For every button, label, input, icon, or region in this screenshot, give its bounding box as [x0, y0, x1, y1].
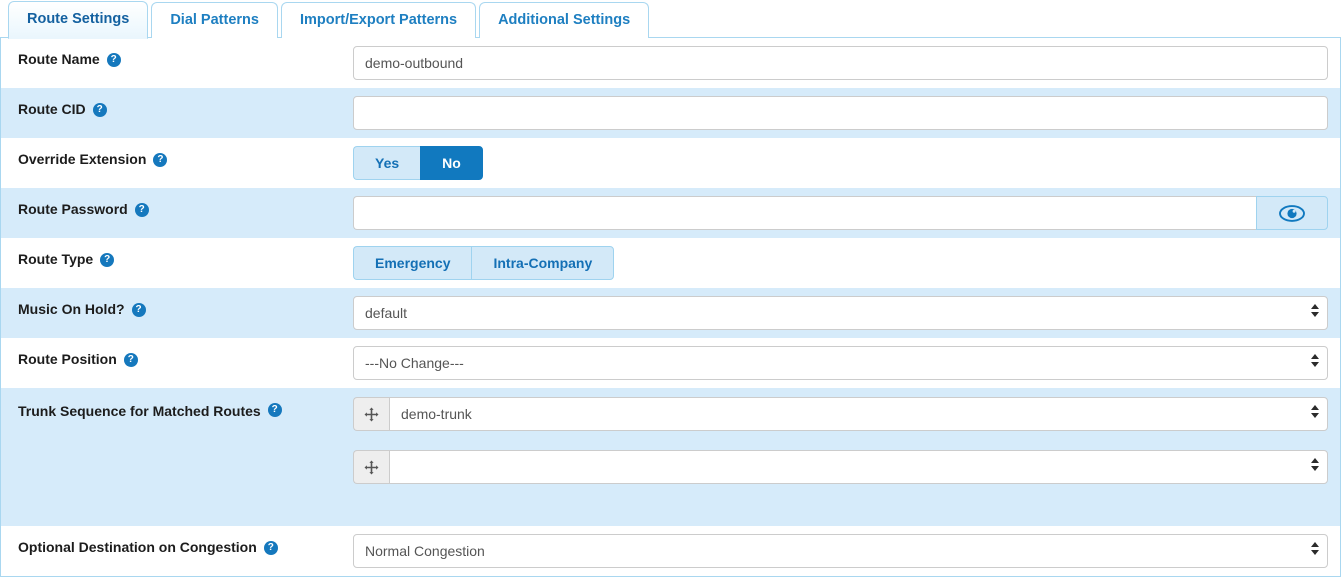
route-settings-panel: Route Name ? Route CID ? Override Extens… [0, 38, 1341, 577]
label-cell-route-password: Route Password ? [1, 188, 353, 231]
override-extension-option-yes[interactable]: Yes [353, 146, 421, 180]
route-name-input[interactable] [353, 46, 1328, 80]
trunk-sequence-label: Trunk Sequence for Matched Routes [18, 403, 261, 419]
tab-bar: Route Settings Dial Patterns Import/Expo… [0, 0, 1341, 39]
control-cell-override-extension: Yes No [353, 138, 1340, 188]
toggle-password-visibility-button[interactable] [1256, 196, 1328, 230]
form-row-route-password: Route Password ? [1, 188, 1340, 238]
drag-move-glyph [364, 460, 379, 474]
label-cell-route-cid: Route CID ? [1, 88, 353, 131]
drag-move-icon[interactable] [353, 397, 389, 431]
control-cell-trunk-sequence: demo-trunk [353, 388, 1340, 526]
congestion-destination-select-wrap: Normal Congestion [353, 534, 1328, 568]
trunk-select-wrap-2 [389, 450, 1328, 484]
drag-move-icon[interactable] [353, 450, 389, 484]
trunk-sequence-item [353, 450, 1328, 484]
label-cell-route-name: Route Name ? [1, 38, 353, 81]
tab-label: Additional Settings [498, 12, 631, 28]
route-position-label: Route Position [18, 351, 117, 367]
label-cell-override-extension: Override Extension ? [1, 138, 353, 181]
form-row-music-on-hold: Music On Hold? ? default [1, 288, 1340, 338]
tab-label: Dial Patterns [170, 12, 259, 28]
control-cell-congestion-destination: Normal Congestion [353, 526, 1340, 576]
override-extension-option-no[interactable]: No [420, 146, 483, 180]
help-icon[interactable]: ? [123, 352, 138, 367]
help-icon[interactable]: ? [106, 52, 121, 67]
label-cell-trunk-sequence: Trunk Sequence for Matched Routes ? [1, 388, 353, 433]
route-type-option-intra-company[interactable]: Intra-Company [471, 246, 615, 280]
route-password-input-group [353, 196, 1328, 230]
route-password-input[interactable] [353, 196, 1256, 230]
route-password-label: Route Password [18, 201, 128, 217]
form-row-trunk-sequence: Trunk Sequence for Matched Routes ? demo… [1, 388, 1340, 526]
tab-route-settings[interactable]: Route Settings [8, 1, 149, 39]
label-cell-route-type: Route Type ? [1, 238, 353, 281]
form-row-route-position: Route Position ? ---No Change--- [1, 338, 1340, 388]
trunk-select-1[interactable]: demo-trunk [389, 397, 1328, 431]
route-name-label: Route Name [18, 51, 100, 67]
form-row-route-name: Route Name ? [1, 38, 1340, 88]
label-cell-route-position: Route Position ? [1, 338, 353, 381]
route-position-select-wrap: ---No Change--- [353, 346, 1328, 380]
help-icon[interactable]: ? [267, 403, 282, 417]
form-row-route-cid: Route CID ? [1, 88, 1340, 138]
form-row-override-extension: Override Extension ? Yes No [1, 138, 1340, 188]
route-cid-label: Route CID [18, 101, 86, 117]
help-icon[interactable]: ? [100, 252, 115, 267]
form-row-route-type: Route Type ? Emergency Intra-Company [1, 238, 1340, 288]
tab-dial-patterns[interactable]: Dial Patterns [151, 2, 278, 38]
override-extension-toggle: Yes No [353, 146, 483, 180]
help-icon[interactable]: ? [153, 152, 168, 167]
help-icon[interactable]: ? [134, 202, 149, 217]
tab-list: Route Settings Dial Patterns Import/Expo… [8, 0, 1341, 39]
label-cell-congestion-destination: Optional Destination on Congestion ? [1, 526, 353, 569]
route-position-select[interactable]: ---No Change--- [353, 346, 1328, 380]
control-cell-route-position: ---No Change--- [353, 338, 1340, 388]
control-cell-route-name [353, 38, 1340, 88]
trunk-sequence-item: demo-trunk [353, 397, 1328, 431]
music-on-hold-label: Music On Hold? [18, 301, 125, 317]
route-type-option-emergency[interactable]: Emergency [353, 246, 472, 280]
form-row-congestion-destination: Optional Destination on Congestion ? Nor… [1, 526, 1340, 576]
control-cell-route-type: Emergency Intra-Company [353, 238, 1340, 288]
trunk-select-2[interactable] [389, 450, 1328, 484]
music-on-hold-select[interactable]: default [353, 296, 1328, 330]
route-type-label: Route Type [18, 251, 94, 267]
congestion-destination-label: Optional Destination on Congestion [18, 539, 257, 555]
tab-label: Import/Export Patterns [299, 12, 458, 28]
help-icon[interactable]: ? [263, 540, 278, 555]
drag-move-glyph [364, 407, 379, 421]
eye-icon [1279, 204, 1305, 222]
label-cell-music-on-hold: Music On Hold? ? [1, 288, 353, 331]
tab-import-export-patterns[interactable]: Import/Export Patterns [280, 2, 477, 38]
route-type-toggle: Emergency Intra-Company [353, 246, 615, 280]
music-on-hold-select-wrap: default [353, 296, 1328, 330]
control-cell-music-on-hold: default [353, 288, 1340, 338]
congestion-destination-select[interactable]: Normal Congestion [353, 534, 1328, 568]
route-cid-input[interactable] [353, 96, 1328, 130]
control-cell-route-password [353, 188, 1340, 238]
trunk-select-wrap-1: demo-trunk [389, 397, 1328, 431]
help-icon[interactable]: ? [131, 302, 146, 317]
tab-additional-settings[interactable]: Additional Settings [479, 2, 650, 38]
help-icon[interactable]: ? [92, 102, 107, 117]
control-cell-route-cid [353, 88, 1340, 138]
tab-label: Route Settings [27, 11, 130, 27]
override-extension-label: Override Extension [18, 151, 147, 167]
